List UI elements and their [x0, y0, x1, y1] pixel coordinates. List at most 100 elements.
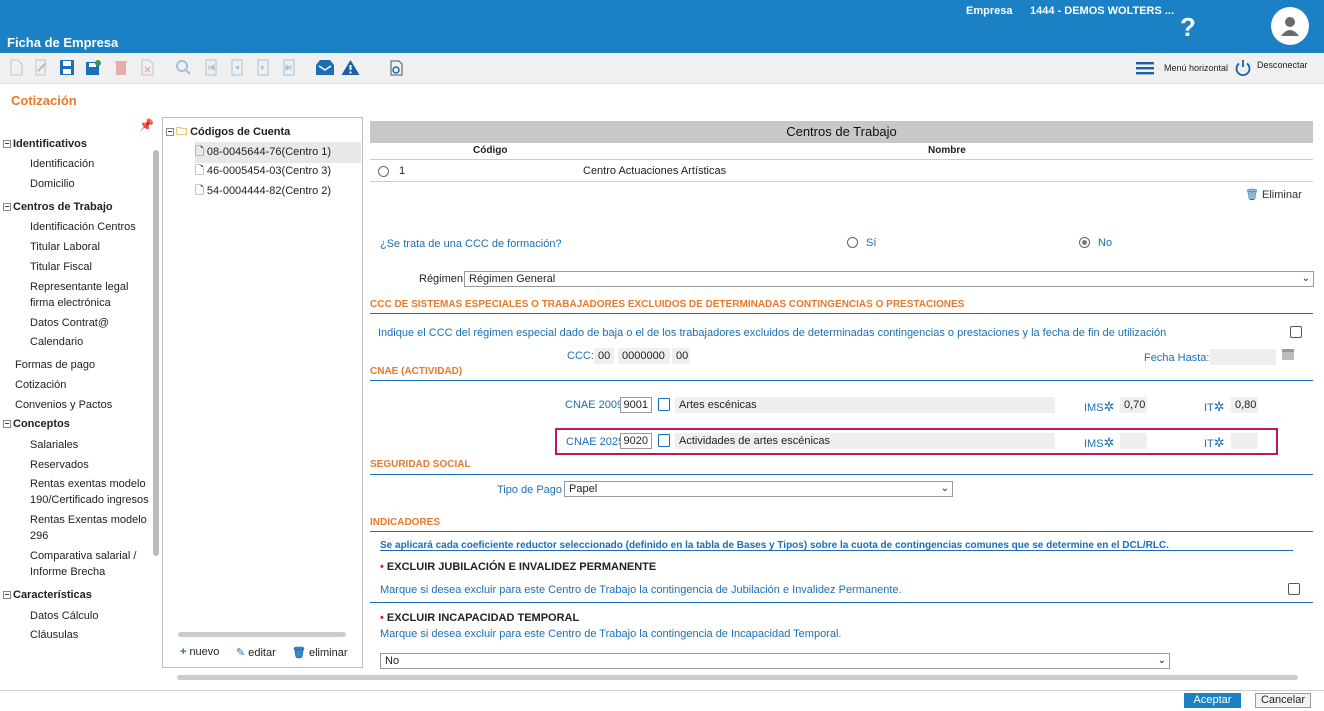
nav-item-identificacion[interactable]: Identificación [30, 156, 94, 172]
accept-button[interactable]: Aceptar [1184, 693, 1241, 708]
hamburger-icon[interactable] [1136, 62, 1154, 75]
list-icon[interactable] [658, 434, 670, 447]
nav-item-reservados[interactable]: Reservados [30, 457, 89, 473]
gear-icon[interactable]: ✲ [1214, 399, 1225, 414]
nav-item-rentas-190[interactable]: Rentas exentas modelo 190/Certificado ing… [30, 476, 149, 508]
ccc-part-2[interactable]: 0000000 [618, 348, 670, 364]
delete-code-button[interactable]: 🗑 eliminar [292, 646, 347, 659]
disconnect-button[interactable]: Desconectar [1257, 60, 1308, 70]
nav-group-conceptos[interactable]: − Conceptos [3, 416, 70, 432]
collapse-icon[interactable]: − [3, 203, 11, 211]
app-title: Ficha de Empresa [7, 35, 119, 50]
code-item-centro-2[interactable]: 🗋 54-0004444-82(Centro 2) [195, 182, 331, 201]
delete-button[interactable]: 🗑 Eliminar [1245, 188, 1302, 201]
list-icon[interactable] [658, 398, 670, 411]
nav-item-salariales[interactable]: Salariales [30, 437, 78, 453]
document-icon: 🗋 [195, 165, 204, 177]
cancel-button[interactable]: Cancelar [1255, 693, 1311, 708]
nav-item-clausulas[interactable]: Cláusulas [30, 627, 78, 643]
gear-icon[interactable]: ✲ [1104, 399, 1115, 414]
ccc-part-1[interactable]: 00 [594, 348, 614, 364]
top-bar: Ficha de Empresa Empresa 1444 - DEMOS WO… [0, 0, 1324, 53]
pencil-icon: ✎ [236, 647, 246, 659]
nav-item-rentas-296[interactable]: Rentas Exentas modelo 296 [30, 512, 147, 544]
nav-item-identificacion-centros[interactable]: Identificación Centros [30, 219, 136, 235]
radio-button[interactable] [847, 237, 858, 248]
nav-item-representante-legal[interactable]: Representante legal firma electrónica [30, 279, 128, 311]
new-document-icon[interactable] [8, 59, 24, 76]
edit-code-button[interactable]: ✎ editar [236, 646, 276, 659]
collapse-icon[interactable]: − [3, 591, 11, 599]
nav-item-convenios[interactable]: Convenios y Pactos [15, 397, 112, 413]
avatar[interactable] [1271, 7, 1309, 45]
collapse-icon[interactable]: − [3, 140, 11, 148]
tipo-pago-select[interactable]: Papel ⌄ [564, 481, 953, 497]
next-record-icon[interactable] [255, 59, 271, 76]
nav-item-cotizacion[interactable]: Cotización [15, 377, 66, 393]
collapse-icon[interactable]: − [166, 128, 174, 136]
document-icon: 🗋 [195, 146, 204, 158]
pin-icon[interactable]: 📌 [139, 118, 154, 132]
plus-icon: + [180, 646, 187, 658]
first-record-icon[interactable] [203, 59, 219, 76]
ccc-part-3[interactable]: 00 [672, 348, 690, 364]
nav-group-caracteristicas[interactable]: − Características [3, 587, 92, 603]
gear-icon[interactable]: ✲ [1104, 435, 1115, 450]
nav-item-calendario[interactable]: Calendario [30, 334, 83, 350]
divider [370, 602, 1313, 603]
nav-group-centros-trabajo[interactable]: − Centros de Trabajo [3, 199, 113, 215]
search-icon[interactable] [175, 59, 191, 76]
nav-item-datos-calculo[interactable]: Datos Cálculo [30, 608, 98, 624]
radio-button[interactable] [1079, 237, 1090, 248]
sidebar-scrollbar[interactable] [153, 150, 159, 556]
last-record-icon[interactable] [281, 59, 297, 76]
save-as-icon[interactable] [85, 59, 101, 76]
menu-horizontal-button[interactable]: Menú horizontal [1164, 63, 1228, 73]
attachment-icon[interactable] [388, 59, 404, 76]
collapse-icon[interactable]: − [3, 420, 11, 428]
calendar-icon[interactable] [1281, 347, 1295, 361]
table-row[interactable]: 1 Centro Actuaciones Artísticas [370, 160, 1313, 182]
new-code-button[interactable]: + nuevo [180, 646, 219, 658]
inbox-icon[interactable] [315, 59, 335, 76]
cancel-document-icon[interactable] [139, 59, 155, 76]
trash-icon: 🗑 [292, 647, 306, 659]
nav-item-comparativa[interactable]: Comparativa salarial / Informe Brecha [30, 548, 136, 580]
cnae2009-code-input[interactable]: 9001 [620, 397, 652, 413]
ccc-label: CCC: [567, 350, 594, 362]
chevron-down-icon: ⌄ [940, 483, 949, 494]
radio-no[interactable]: No [1079, 237, 1112, 249]
regimen-select[interactable]: Régimen General ⌄ [464, 271, 1314, 287]
especiales-checkbox[interactable] [1290, 326, 1302, 338]
edit-icon[interactable] [33, 59, 49, 76]
codes-root[interactable]: − 🗀 Códigos de Cuenta [166, 123, 290, 142]
save-icon[interactable] [59, 59, 75, 76]
chevron-down-icon: ⌄ [1301, 273, 1310, 284]
divider [370, 380, 1313, 381]
nav-item-datos-contrat[interactable]: Datos Contrat@ [30, 315, 109, 331]
nav-group-identificativos[interactable]: − Identificativos [3, 136, 87, 152]
codes-scrollbar[interactable] [178, 632, 346, 637]
code-item-centro-3[interactable]: 🗋 46-0005454-03(Centro 3) [195, 162, 331, 181]
nav-item-formas-pago[interactable]: Formas de pago [15, 357, 95, 373]
previous-record-icon[interactable] [229, 59, 245, 76]
company-selector[interactable]: 1444 - DEMOS WOLTERS ... [1030, 5, 1174, 17]
excluir-jubilacion-checkbox[interactable] [1288, 583, 1300, 595]
warning-icon[interactable] [341, 59, 360, 76]
help-icon[interactable]: ? [1180, 12, 1196, 43]
main-scrollbar[interactable] [177, 675, 1298, 680]
cnae2025-code-input[interactable]: 9020 [620, 433, 652, 449]
nav-item-domicilio[interactable]: Domicilio [30, 176, 75, 192]
section-indicadores: INDICADORES [370, 517, 441, 528]
trash-icon[interactable] [113, 59, 129, 76]
excluir-it-select[interactable]: No ⌄ [380, 653, 1170, 669]
fecha-hasta-field[interactable] [1210, 349, 1276, 365]
power-icon[interactable] [1234, 59, 1252, 77]
nav-item-titular-fiscal[interactable]: Titular Fiscal [30, 259, 92, 275]
row-radio[interactable] [378, 166, 389, 177]
nav-item-titular-laboral[interactable]: Titular Laboral [30, 239, 100, 255]
gear-icon[interactable]: ✲ [1214, 435, 1225, 450]
cnae2025-description: Actividades de artes escénicas [675, 433, 1055, 449]
radio-si[interactable]: Sí [847, 237, 876, 249]
code-item-centro-1[interactable]: 🗋 08-0045644-76(Centro 1) [195, 142, 361, 163]
